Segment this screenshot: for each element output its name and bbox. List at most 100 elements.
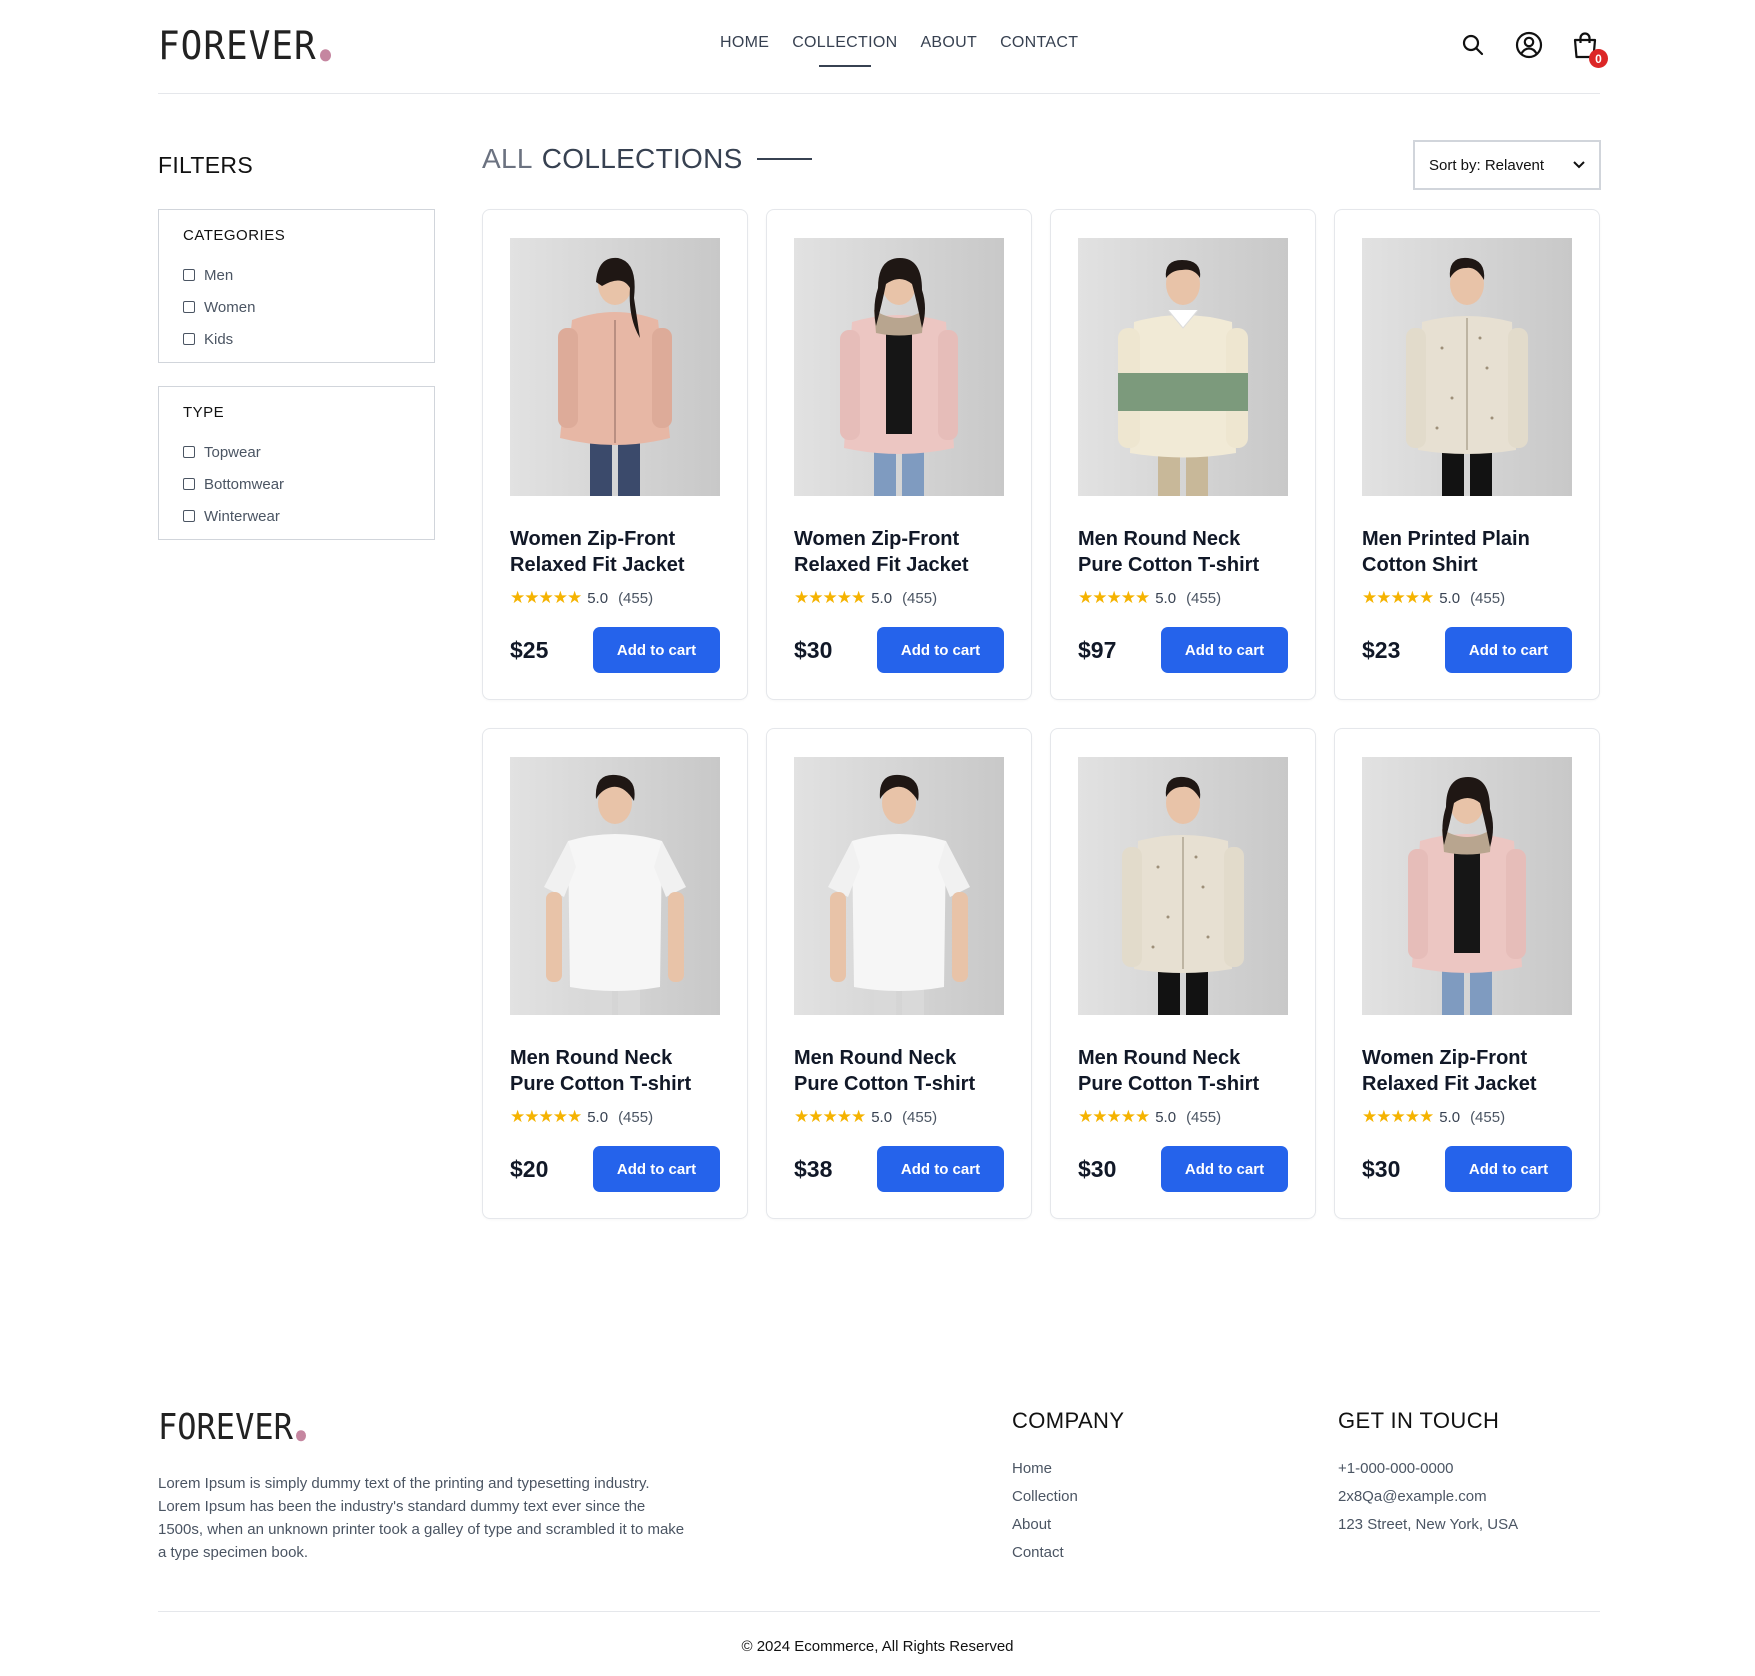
product-image[interactable] xyxy=(510,757,720,1015)
product-image[interactable] xyxy=(1362,757,1572,1015)
star-rating-icon: ★★★★★ xyxy=(1078,588,1150,607)
main-nav: HOME COLLECTION ABOUT CONTACT xyxy=(720,34,1078,67)
product-image[interactable] xyxy=(794,238,1004,496)
star-rating-icon: ★★★★★ xyxy=(510,588,582,607)
product-rating: ★★★★★ 5.0 (455) xyxy=(1078,1107,1288,1127)
rating-value: 5.0 xyxy=(587,1108,609,1126)
product-price: $25 xyxy=(510,636,549,663)
sort-select[interactable]: Sort by: Relavent xyxy=(1413,140,1601,190)
product-card[interactable]: Women Zip-Front Relaxed Fit Jacket ★★★★★… xyxy=(766,209,1032,700)
footer-logo[interactable]: FOREVER xyxy=(158,1406,306,1448)
rating-value: 5.0 xyxy=(1439,1108,1461,1126)
product-name[interactable]: Men Round Neck Pure Cotton T-shirt xyxy=(794,1045,1004,1097)
product-image[interactable] xyxy=(510,238,720,496)
price-row: $23 Add to cart xyxy=(1362,627,1572,673)
product-rating: ★★★★★ 5.0 (455) xyxy=(1078,588,1288,608)
review-count: (455) xyxy=(902,1108,938,1126)
checkbox[interactable] xyxy=(183,333,195,345)
cart-icon[interactable]: 0 xyxy=(1570,30,1608,68)
checkbox[interactable] xyxy=(183,301,195,313)
checkbox[interactable] xyxy=(183,510,195,522)
product-name[interactable]: Men Round Neck Pure Cotton T-shirt xyxy=(510,1045,720,1097)
review-count: (455) xyxy=(1470,589,1506,607)
product-image[interactable] xyxy=(1078,757,1288,1015)
add-to-cart-button[interactable]: Add to cart xyxy=(593,1146,720,1192)
product-card[interactable]: Men Printed Plain Cotton Shirt ★★★★★ 5.0… xyxy=(1334,209,1600,700)
cart-count-badge: 0 xyxy=(1589,49,1608,68)
footer-contact: GET IN TOUCH +1-000-000-0000 2x8Qa@examp… xyxy=(1338,1408,1518,1544)
user-icon[interactable] xyxy=(1514,30,1544,60)
nav-collection[interactable]: COLLECTION xyxy=(792,34,897,67)
brand-logo[interactable]: FOREVER xyxy=(158,24,331,69)
review-count: (455) xyxy=(1186,1108,1222,1126)
price-row: $30 Add to cart xyxy=(1362,1146,1572,1192)
product-name[interactable]: Men Round Neck Pure Cotton T-shirt xyxy=(1078,526,1288,578)
rating-value: 5.0 xyxy=(1155,1108,1177,1126)
product-card[interactable]: Men Round Neck Pure Cotton T-shirt ★★★★★… xyxy=(1050,209,1316,700)
footer-divider xyxy=(158,1611,1600,1612)
search-icon[interactable] xyxy=(1458,30,1488,60)
nav-about[interactable]: ABOUT xyxy=(920,34,977,52)
footer-company-heading: COMPANY xyxy=(1012,1408,1125,1433)
product-card[interactable]: Women Zip-Front Relaxed Fit Jacket ★★★★★… xyxy=(1334,728,1600,1219)
filter-option-label: Bottomwear xyxy=(204,475,285,493)
product-rating: ★★★★★ 5.0 (455) xyxy=(510,588,720,608)
product-card[interactable]: Men Round Neck Pure Cotton T-shirt ★★★★★… xyxy=(1050,728,1316,1219)
add-to-cart-button[interactable]: Add to cart xyxy=(593,627,720,673)
add-to-cart-button[interactable]: Add to cart xyxy=(877,1146,1004,1192)
product-name[interactable]: Women Zip-Front Relaxed Fit Jacket xyxy=(794,526,1004,578)
filter-option-women[interactable]: Women xyxy=(183,291,410,323)
checkbox[interactable] xyxy=(183,478,195,490)
logo-dot xyxy=(319,49,331,62)
footer-address: 123 Street, New York, USA xyxy=(1338,1516,1519,1533)
product-name[interactable]: Men Round Neck Pure Cotton T-shirt xyxy=(1078,1045,1288,1097)
footer-link-contact[interactable]: Contact xyxy=(1012,1544,1124,1572)
checkbox[interactable] xyxy=(183,269,195,281)
nav-home[interactable]: HOME xyxy=(720,34,769,52)
add-to-cart-button[interactable]: Add to cart xyxy=(1445,1146,1572,1192)
filter-option-topwear[interactable]: Topwear xyxy=(183,436,410,468)
add-to-cart-button[interactable]: Add to cart xyxy=(877,627,1004,673)
product-name[interactable]: Women Zip-Front Relaxed Fit Jacket xyxy=(1362,1045,1572,1097)
collection-title: ALL COLLECTIONS xyxy=(482,143,812,175)
footer-link-about[interactable]: About xyxy=(1012,1516,1124,1544)
filter-option-men[interactable]: Men xyxy=(183,259,410,291)
product-card[interactable]: Men Round Neck Pure Cotton T-shirt ★★★★★… xyxy=(482,728,748,1219)
filter-option-label: Women xyxy=(204,298,256,316)
filters-title[interactable]: FILTERS xyxy=(158,152,253,179)
product-card[interactable]: Women Zip-Front Relaxed Fit Jacket ★★★★★… xyxy=(482,209,748,700)
product-name[interactable]: Men Printed Plain Cotton Shirt xyxy=(1362,526,1572,578)
filter-option-kids[interactable]: Kids xyxy=(183,323,410,355)
filter-option-label: Kids xyxy=(204,330,234,348)
price-row: $30 Add to cart xyxy=(1078,1146,1288,1192)
product-price: $30 xyxy=(1078,1155,1117,1182)
rating-value: 5.0 xyxy=(587,589,609,607)
product-rating: ★★★★★ 5.0 (455) xyxy=(1362,1107,1572,1127)
review-count: (455) xyxy=(1470,1108,1506,1126)
product-image[interactable] xyxy=(794,757,1004,1015)
rating-value: 5.0 xyxy=(1155,589,1177,607)
type-filter: TYPE Topwear Bottomwear Winterwear xyxy=(158,386,435,540)
product-image[interactable] xyxy=(1078,238,1288,496)
product-rating: ★★★★★ 5.0 (455) xyxy=(1362,588,1572,608)
site-header: FOREVER HOME COLLECTION ABOUT CONTACT 0 xyxy=(158,0,1608,94)
product-image[interactable] xyxy=(1362,238,1572,496)
checkbox[interactable] xyxy=(183,446,195,458)
product-rating: ★★★★★ 5.0 (455) xyxy=(510,1107,720,1127)
chevron-down-icon xyxy=(1573,161,1585,169)
star-rating-icon: ★★★★★ xyxy=(794,1107,866,1126)
product-card[interactable]: Men Round Neck Pure Cotton T-shirt ★★★★★… xyxy=(766,728,1032,1219)
add-to-cart-button[interactable]: Add to cart xyxy=(1445,627,1572,673)
add-to-cart-button[interactable]: Add to cart xyxy=(1161,627,1288,673)
filter-option-bottomwear[interactable]: Bottomwear xyxy=(183,468,410,500)
footer-link-collection[interactable]: Collection xyxy=(1012,1488,1124,1516)
filter-option-winterwear[interactable]: Winterwear xyxy=(183,500,410,532)
price-row: $38 Add to cart xyxy=(794,1146,1004,1192)
product-grid: Women Zip-Front Relaxed Fit Jacket ★★★★★… xyxy=(482,209,1601,1219)
footer-description: Lorem Ipsum is simply dummy text of the … xyxy=(158,1475,685,1561)
product-name[interactable]: Women Zip-Front Relaxed Fit Jacket xyxy=(510,526,720,578)
nav-contact[interactable]: CONTACT xyxy=(1000,34,1078,52)
product-price: $97 xyxy=(1078,636,1117,663)
footer-link-home[interactable]: Home xyxy=(1012,1460,1124,1488)
add-to-cart-button[interactable]: Add to cart xyxy=(1161,1146,1288,1192)
